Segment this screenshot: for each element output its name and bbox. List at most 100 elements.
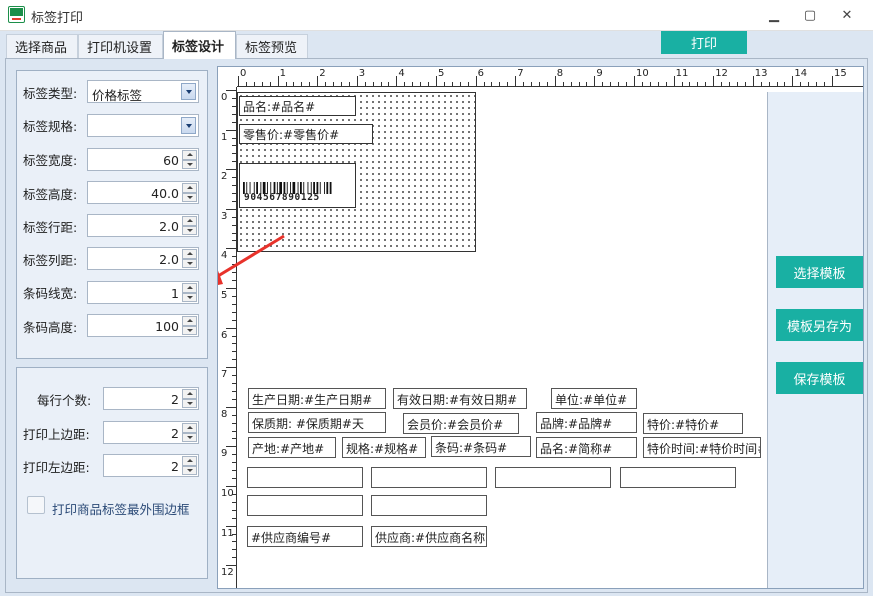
ruler-number: 1 [221, 131, 228, 143]
palette-field-empty[interactable] [620, 467, 736, 488]
ruler-number: 3 [221, 210, 228, 222]
barcode-line-width-label: 条码线宽: [23, 286, 78, 301]
tab-label-design[interactable]: 标签设计 [163, 31, 236, 59]
ruler-tick [483, 82, 485, 86]
label-field-name[interactable]: 品名:#品名# [239, 96, 356, 116]
palette-field-special-price[interactable]: 特价:#特价# [643, 413, 743, 434]
left-margin-stepper[interactable]: 2 [103, 454, 199, 477]
label-field-barcode[interactable]: 904567890125 [239, 163, 356, 208]
spin-up-icon[interactable] [182, 423, 197, 433]
palette-field-empty[interactable] [247, 467, 363, 488]
tab-printer-settings[interactable]: 打印机设置 [78, 34, 163, 58]
ruler-tick [232, 478, 236, 480]
ruler-tick [832, 76, 833, 86]
label-width-stepper[interactable]: 60 [87, 148, 199, 171]
palette-field-origin[interactable]: 产地:#产地# [248, 437, 336, 458]
ruler-tick [232, 383, 236, 385]
spin-down-icon[interactable] [182, 398, 197, 408]
top-margin-stepper[interactable]: 2 [103, 421, 199, 444]
print-border-checkbox-label[interactable]: 打印商品标签最外围边框 [52, 499, 190, 518]
palette-field-shelf-life[interactable]: 保质期: #保质期#天 [248, 412, 386, 433]
ruler-tick [232, 470, 236, 472]
ruler-tick [499, 82, 501, 86]
chevron-down-icon[interactable] [181, 83, 196, 100]
label-row-gap-label: 标签行距: [23, 220, 78, 235]
label-height-stepper[interactable]: 40.0 [87, 181, 199, 204]
ruler-tick [372, 82, 374, 86]
palette-field-member-price[interactable]: 会员价:#会员价# [403, 413, 519, 434]
print-button[interactable]: 打印 [661, 31, 747, 54]
spin-up-icon[interactable] [182, 283, 197, 293]
spin-down-icon[interactable] [182, 225, 197, 235]
spin-down-icon[interactable] [182, 258, 197, 268]
spin-up-icon[interactable] [182, 216, 197, 226]
spin-up-icon[interactable] [182, 183, 197, 193]
palette-field-spec[interactable]: 规格:#规格# [342, 437, 426, 458]
ruler-tick [253, 82, 255, 86]
top-margin-value: 2 [171, 426, 179, 441]
palette-field-short-name[interactable]: 品名:#简称# [536, 437, 637, 458]
palette-field-unit[interactable]: 单位:#单位# [551, 388, 637, 409]
spin-down-icon[interactable] [182, 159, 197, 169]
palette-field-special-price-time[interactable]: 特价时间:#特价时间# [643, 437, 761, 458]
spin-down-icon[interactable] [182, 192, 197, 202]
spin-up-icon[interactable] [182, 249, 197, 259]
label-col-gap-stepper[interactable]: 2.0 [87, 247, 199, 270]
tab-label-preview[interactable]: 标签预览 [236, 34, 308, 58]
print-border-checkbox[interactable] [27, 496, 45, 514]
spin-up-icon[interactable] [182, 456, 197, 466]
spin-down-icon[interactable] [182, 432, 197, 442]
label-spec-select[interactable] [87, 114, 199, 137]
ruler-tick [232, 105, 236, 107]
ruler-tick [277, 76, 279, 86]
barcode-height-label: 条码高度: [23, 320, 78, 335]
palette-field-barcode[interactable]: 条码:#条码# [431, 436, 531, 457]
save-template-as-button[interactable]: 模板另存为 [776, 309, 863, 341]
palette-field-brand[interactable]: 品牌:#品牌# [536, 412, 637, 433]
palette-field-empty[interactable] [247, 495, 363, 516]
close-icon[interactable]: ✕ [829, 0, 865, 31]
ruler-tick [285, 82, 287, 86]
ruler-tick [475, 76, 477, 86]
palette-field-expiry-date[interactable]: 有效日期:#有效日期# [393, 388, 527, 409]
select-template-button[interactable]: 选择模板 [776, 256, 863, 288]
barcode-height-stepper[interactable]: 100 [87, 314, 199, 337]
spin-down-icon[interactable] [182, 465, 197, 475]
palette-field-production-date[interactable]: 生产日期:#生产日期# [248, 388, 386, 409]
label-design-page: 标签类型: 价格标签 标签规格: 标签宽度: 60 标签高度: 40.0 标签行… [5, 58, 868, 593]
per-row-stepper[interactable]: 2 [103, 387, 199, 410]
palette-field-supplier-code[interactable]: #供应商编号# [247, 526, 363, 547]
ruler-number: 11 [675, 68, 689, 79]
label-settings-group: 标签类型: 价格标签 标签规格: 标签宽度: 60 标签高度: 40.0 标签行… [16, 70, 208, 359]
save-template-button[interactable]: 保存模板 [776, 362, 863, 394]
palette-field-empty[interactable] [495, 467, 611, 488]
label-field-retail-price[interactable]: 零售价:#零售价# [239, 124, 373, 144]
ruler-tick [531, 82, 533, 86]
spin-up-icon[interactable] [182, 150, 197, 160]
label-type-select[interactable]: 价格标签 [87, 80, 199, 103]
minimize-icon[interactable]: ▁ [756, 0, 792, 31]
spin-down-icon[interactable] [182, 292, 197, 302]
spin-up-icon[interactable] [182, 389, 197, 399]
ruler-tick [736, 82, 738, 86]
tab-select-goods[interactable]: 选择商品 [6, 34, 78, 58]
spin-up-icon[interactable] [182, 316, 197, 326]
palette-field-empty[interactable] [371, 495, 487, 516]
maximize-icon[interactable]: ▢ [792, 0, 828, 31]
ruler-tick [443, 82, 445, 86]
pointer-arrow-icon [218, 234, 285, 285]
label-row-gap-stepper[interactable]: 2.0 [87, 214, 199, 237]
ruler-number: 7 [517, 68, 524, 79]
spin-down-icon[interactable] [182, 325, 197, 335]
design-canvas[interactable]: 品名:#品名# 零售价:#零售价# 904567890125 生产日期:#生产日… [218, 87, 863, 588]
palette-field-supplier-name[interactable]: 供应商:#供应商名称# [371, 526, 487, 547]
barcode-line-width-stepper[interactable]: 1 [87, 281, 199, 304]
ruler-tick [380, 82, 382, 86]
ruler-tick [232, 137, 236, 139]
ruler-tick [232, 145, 236, 147]
chevron-down-icon[interactable] [181, 117, 196, 134]
ruler-tick [232, 414, 236, 416]
ruler-tick [420, 82, 422, 86]
palette-field-empty[interactable] [371, 467, 487, 488]
ruler-tick [412, 82, 414, 86]
